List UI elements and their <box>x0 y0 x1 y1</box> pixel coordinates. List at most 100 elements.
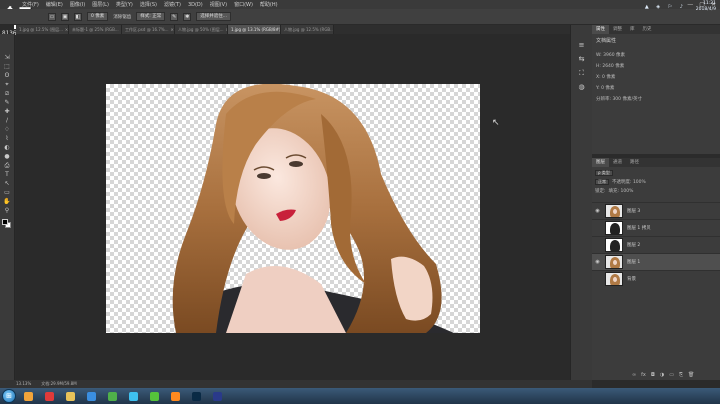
tool-icon[interactable]: ⎙ <box>3 162 11 169</box>
foreground-color-swatch[interactable] <box>2 219 8 225</box>
layer-kind-filter[interactable]: ρ 类型 <box>595 170 613 176</box>
zoom-level[interactable]: 13.13% <box>16 380 31 388</box>
folder-icon <box>65 391 75 401</box>
tool-icon[interactable]: ∕ <box>3 117 11 124</box>
close-icon[interactable]: × <box>171 25 174 34</box>
menu-item[interactable]: 帮助(H) <box>260 1 278 8</box>
menu-item[interactable]: 3D(D) <box>188 2 203 8</box>
tab-label: 1.jpg @ 12.5% (图层... <box>19 27 63 32</box>
menu-item[interactable]: 窗口(W) <box>234 1 253 8</box>
tool-icon[interactable]: ◐ <box>3 144 11 151</box>
menu-item[interactable]: 滤镜(T) <box>164 1 181 8</box>
document-tab[interactable]: 未标题-1 @ 25% (RGB...× <box>69 25 122 34</box>
layer-footer-icon[interactable]: ∞ <box>632 372 636 378</box>
tab-label: 人物.jpg @ 50% (图层... <box>178 27 224 32</box>
taskbar-app-baidu[interactable] <box>40 389 58 403</box>
layer-footer-icon[interactable]: ▭ <box>669 372 674 378</box>
tool-icon[interactable]: ⚲ <box>3 207 11 214</box>
eye-icon[interactable]: ◉ <box>594 208 601 214</box>
panel-tab[interactable]: 属性 <box>592 25 609 34</box>
gear-icon[interactable]: ✱ <box>183 12 192 21</box>
document-tab[interactable]: 工作区.psd @ 16.7%... × <box>122 25 175 34</box>
tool-icon[interactable]: ✚ <box>3 108 11 115</box>
fill-field[interactable]: 填充: 100% <box>609 188 634 194</box>
panel-tab[interactable]: 库 <box>626 25 639 34</box>
tool-icon[interactable]: ↖ <box>3 180 11 187</box>
layer-name: 图层 1 拷贝 <box>627 226 651 231</box>
panel-tab[interactable]: 历史 <box>639 25 656 34</box>
panel-tab[interactable]: 图层 <box>592 158 609 167</box>
layer-row[interactable]: 背景 <box>592 270 720 287</box>
tray-icons[interactable]: ▲ ◈ ⚐ ♪ <box>645 4 686 10</box>
tool-icon[interactable]: ⌇ <box>3 135 11 142</box>
taskbar-app-ie[interactable] <box>19 389 37 403</box>
panel-tab[interactable]: 通道 <box>609 158 626 167</box>
tool-icon[interactable]: ⧄ <box>3 90 11 97</box>
taskbar-app-chrome[interactable] <box>103 389 121 403</box>
taskbar-app-folder[interactable] <box>61 389 79 403</box>
dock-icon[interactable]: ⇆ <box>577 55 587 64</box>
menu-item[interactable]: 选择(S) <box>140 1 157 8</box>
blend-mode-select[interactable]: 正常 <box>595 179 609 185</box>
prop-y: Y: 0 像素 <box>596 86 615 91</box>
layers-tabs: 图层 通道 路径 <box>592 158 720 167</box>
panel-tab[interactable]: 路径 <box>626 158 643 167</box>
tool-icon[interactable]: ♢ <box>3 126 11 133</box>
dock-icon[interactable]: ≡ <box>577 41 587 50</box>
document-tab[interactable]: 1.jpg @ 13.1% (RGB/8#)× <box>228 25 281 34</box>
layer-row[interactable]: ◉ 图层 3 <box>592 202 720 219</box>
canvas-area[interactable]: ↖ <box>16 34 570 380</box>
opacity-field[interactable]: 不透明度: 100% <box>612 179 646 185</box>
dock-icon[interactable]: ⛶ <box>577 69 587 78</box>
add-selection-icon[interactable]: ▣ <box>61 12 69 21</box>
color-swatches[interactable] <box>2 219 12 229</box>
layer-footer-icon[interactable]: ◘ <box>651 372 655 378</box>
select-and-mask-button[interactable]: 选择并遮住... <box>196 12 232 21</box>
tool-icon[interactable]: ✋ <box>3 198 11 205</box>
layer-row[interactable]: 图层 2 <box>592 236 720 253</box>
document-tab[interactable]: 人物.jpg @ 12.5% (RGB...× <box>281 25 334 34</box>
document-tab[interactable]: 1.jpg @ 12.5% (图层... × <box>16 25 69 34</box>
menu-item[interactable]: 图层(L) <box>92 1 109 8</box>
tool-icon[interactable]: ✎ <box>3 99 11 106</box>
tool-icon[interactable]: ● <box>3 153 11 160</box>
taskbar-app-media[interactable] <box>82 389 100 403</box>
layer-row[interactable]: ◉ 图层 1 <box>592 253 720 270</box>
eye-icon[interactable]: ◉ <box>594 259 601 265</box>
dock-icon[interactable]: ◍ <box>577 83 587 92</box>
document-tab[interactable]: 人物.jpg @ 50% (图层...× <box>175 25 228 34</box>
menu-item[interactable]: 图像(I) <box>70 1 85 8</box>
layer-footer-icon[interactable]: ◑ <box>660 372 664 378</box>
taskbar-app-ps[interactable] <box>187 389 205 403</box>
menu-item[interactable]: 类型(Y) <box>116 1 133 8</box>
taskbar-app-360[interactable] <box>145 389 163 403</box>
layer-row[interactable]: 图层 1 拷贝 <box>592 219 720 236</box>
document-canvas[interactable] <box>106 84 480 333</box>
menu-item[interactable]: 视图(V) <box>210 1 227 8</box>
tool-icon[interactable]: ⇲ <box>3 54 11 61</box>
minimize-icon[interactable]: — <box>687 1 693 8</box>
subtract-selection-icon[interactable]: ◧ <box>74 12 82 21</box>
taskbar-app-pr[interactable] <box>208 389 226 403</box>
taskbar-app-ai[interactable] <box>166 389 184 403</box>
panel-tab[interactable]: 调整 <box>609 25 626 34</box>
layer-footer-icon[interactable]: ⎘ <box>679 372 683 378</box>
tool-icon[interactable]: ⬚ <box>3 63 11 70</box>
feather-field[interactable]: 0 像素 <box>87 12 109 21</box>
tool-icon[interactable]: ʘ <box>3 72 11 79</box>
tool-icon[interactable]: ▭ <box>3 189 11 196</box>
antialias-checkbox[interactable]: 消除锯齿 <box>113 14 131 20</box>
layer-footer-icon[interactable]: 🗑 <box>688 372 694 378</box>
start-button[interactable]: ⊞ <box>2 389 16 403</box>
style-select[interactable]: 样式: 正常 <box>136 12 166 21</box>
tool-icon[interactable]: T <box>3 171 11 178</box>
taskbar-app-qq[interactable] <box>124 389 142 403</box>
ai-icon <box>170 391 180 401</box>
layer-footer-icon[interactable]: fx <box>641 372 646 378</box>
options-bar: ▭ ▣ ◧ 0 像素 消除锯齿 样式: 正常 ✎ ✱ 选择并遮住... <box>0 9 720 25</box>
tool-icon[interactable]: ⌖ <box>3 81 11 88</box>
new-selection-icon[interactable]: ▭ <box>48 12 56 21</box>
menu-item[interactable]: 编辑(E) <box>46 1 63 8</box>
close-icon[interactable]: × <box>65 25 68 34</box>
brush-icon[interactable]: ✎ <box>170 12 179 21</box>
